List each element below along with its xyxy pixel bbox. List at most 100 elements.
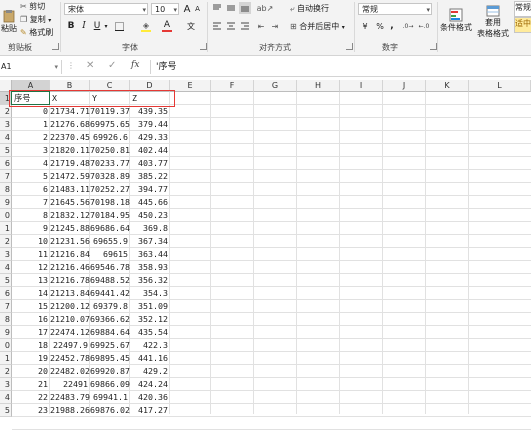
data-cell[interactable]: 70184.95 [90, 209, 130, 222]
data-cell[interactable]: 21216.46 [50, 261, 90, 274]
data-cell[interactable]: 21231.56 [50, 235, 90, 248]
data-cell[interactable]: 22483.79 [50, 391, 90, 404]
align-bottom-button[interactable] [239, 2, 251, 14]
data-cell[interactable]: 21216.84 [50, 248, 90, 261]
data-cell[interactable]: 69975.65 [90, 118, 130, 131]
data-cell[interactable]: 21200.12 [50, 300, 90, 313]
data-cell[interactable]: 354.3 [130, 287, 170, 300]
currency-button[interactable]: ¥ [358, 20, 372, 32]
data-cell[interactable]: 445.66 [130, 196, 170, 209]
column-header-e[interactable]: E [170, 80, 211, 92]
data-cell[interactable]: 69615 [90, 248, 130, 261]
align-top-button[interactable] [211, 2, 223, 14]
row-header[interactable]: 5 [0, 274, 12, 287]
data-cell[interactable]: 351.09 [130, 300, 170, 313]
decrease-indent-button[interactable]: ⇤ [255, 20, 267, 32]
data-cell[interactable]: 69876.02 [90, 404, 130, 417]
align-center-button[interactable] [225, 20, 237, 32]
data-cell[interactable]: 402.44 [130, 144, 170, 157]
row-header[interactable]: 1 [0, 352, 12, 365]
row-header[interactable]: 2 [0, 365, 12, 378]
column-header-j[interactable]: J [383, 80, 426, 92]
data-cell[interactable]: 70252.27 [90, 183, 130, 196]
data-cell[interactable]: 5 [12, 170, 50, 183]
data-cell[interactable]: 69920.87 [90, 365, 130, 378]
insert-function-button[interactable]: fx [131, 60, 139, 70]
data-cell[interactable]: 21645.56 [50, 196, 90, 209]
bold-button[interactable]: B [66, 20, 76, 32]
data-cell[interactable]: 69686.64 [90, 222, 130, 235]
data-cell[interactable]: 21483.11 [50, 183, 90, 196]
style-normal-cell[interactable]: 常规 [514, 1, 531, 17]
number-launcher-icon[interactable] [430, 43, 437, 50]
wen-button[interactable]: 文 [185, 20, 197, 32]
clipboard-launcher-icon[interactable] [52, 43, 59, 50]
data-cell[interactable]: 367.34 [130, 235, 170, 248]
cut-button[interactable]: ✂ 剪切 [20, 1, 45, 12]
conditional-format-button[interactable]: 条件格式 [440, 2, 472, 38]
data-cell[interactable]: 69926.6 [90, 131, 130, 144]
data-cell[interactable]: 429.2 [130, 365, 170, 378]
data-cell[interactable]: 1 [12, 118, 50, 131]
data-cell[interactable]: 69366.62 [90, 313, 130, 326]
data-cell[interactable]: 22482.02 [50, 365, 90, 378]
data-cell[interactable]: 21832.12 [50, 209, 90, 222]
data-cell[interactable]: 21276.68 [50, 118, 90, 131]
data-cell[interactable]: 70198.18 [90, 196, 130, 209]
data-cell[interactable]: 22370.45 [50, 131, 90, 144]
row-header[interactable]: 8 [0, 313, 12, 326]
column-header-f[interactable]: F [211, 80, 254, 92]
row-header[interactable]: 5 [0, 144, 12, 157]
data-cell[interactable]: 69866.09 [90, 378, 130, 391]
data-cell[interactable]: 10 [12, 235, 50, 248]
data-cell[interactable]: 21820.11 [50, 144, 90, 157]
row-header[interactable]: 3 [0, 118, 12, 131]
data-cell[interactable]: 8 [12, 209, 50, 222]
data-cell[interactable]: 420.36 [130, 391, 170, 404]
row-header[interactable]: 9 [0, 326, 12, 339]
font-color-button[interactable]: A [161, 19, 173, 33]
decrease-decimal-button[interactable]: ←.0 [417, 20, 431, 32]
data-cell[interactable]: 356.32 [130, 274, 170, 287]
data-cell[interactable]: 22452.78 [50, 352, 90, 365]
data-cell[interactable]: 363.44 [130, 248, 170, 261]
row-header[interactable]: 4 [0, 131, 12, 144]
data-cell[interactable]: 394.77 [130, 183, 170, 196]
increase-indent-button[interactable]: ⇥ [269, 20, 281, 32]
shrink-font-button[interactable]: A [193, 3, 202, 15]
column-header-g[interactable]: G [254, 80, 297, 92]
wrap-text-button[interactable]: ⤶ 自动换行 [290, 3, 329, 14]
column-header-l[interactable]: L [469, 80, 531, 92]
data-cell[interactable]: 450.23 [130, 209, 170, 222]
enter-icon[interactable]: ✓ [108, 60, 116, 71]
column-header-h[interactable]: H [297, 80, 340, 92]
fill-color-button[interactable]: ◈ [140, 19, 152, 33]
data-cell[interactable]: 385.22 [130, 170, 170, 183]
row-header[interactable]: 8 [0, 183, 12, 196]
data-cell[interactable]: 15 [12, 300, 50, 313]
data-cell[interactable]: 3 [12, 144, 50, 157]
data-cell[interactable]: 23 [12, 404, 50, 417]
row-header[interactable]: 9 [0, 196, 12, 209]
row-header[interactable]: 6 [0, 157, 12, 170]
column-header-k[interactable]: K [426, 80, 469, 92]
data-cell[interactable]: 19 [12, 352, 50, 365]
data-cell[interactable]: 21245.88 [50, 222, 90, 235]
data-cell[interactable]: 69546.78 [90, 261, 130, 274]
data-cell[interactable]: 21472.59 [50, 170, 90, 183]
font-launcher-icon[interactable] [200, 43, 207, 50]
cancel-icon[interactable]: ✕ [86, 60, 94, 71]
data-cell[interactable]: 403.77 [130, 157, 170, 170]
data-cell[interactable]: 21210.07 [50, 313, 90, 326]
data-cell[interactable]: 7 [12, 196, 50, 209]
align-right-button[interactable] [239, 20, 251, 32]
data-cell[interactable]: 21988.26 [50, 404, 90, 417]
underline-button[interactable]: U [92, 20, 102, 32]
alignment-launcher-icon[interactable] [346, 43, 353, 50]
number-format-select[interactable]: 常规 ▾ [358, 3, 432, 15]
data-cell[interactable]: 22497.9 [50, 339, 90, 352]
paste-button[interactable]: 粘贴 [0, 4, 18, 38]
data-cell[interactable]: 69925.67 [90, 339, 130, 352]
data-cell[interactable]: 22 [12, 391, 50, 404]
data-cell[interactable]: 358.93 [130, 261, 170, 274]
